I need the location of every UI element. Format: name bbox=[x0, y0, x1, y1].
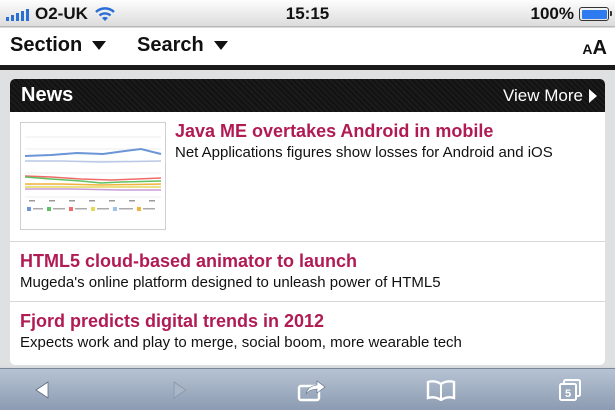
view-more-label: View More bbox=[503, 86, 583, 105]
browser-toolbar: 5 bbox=[0, 368, 615, 410]
news-title: News bbox=[21, 84, 74, 106]
back-icon bbox=[35, 381, 49, 399]
pages-icon: 5 bbox=[559, 379, 581, 401]
back-button[interactable] bbox=[32, 377, 52, 403]
news-item-text: Java ME overtakes Android in mobile Net … bbox=[175, 121, 553, 161]
share-button[interactable] bbox=[296, 377, 328, 403]
search-label: Search bbox=[137, 34, 204, 56]
page-content: News View More Java ME overtakes Android… bbox=[0, 70, 615, 366]
news-headline[interactable]: HTML5 cloud-based animator to launch bbox=[20, 251, 441, 272]
news-summary: Mugeda's online platform designed to unl… bbox=[20, 274, 441, 291]
section-menu-button[interactable]: Section bbox=[10, 34, 107, 57]
bookmarks-icon bbox=[426, 380, 456, 401]
forward-button[interactable] bbox=[170, 377, 190, 403]
section-label: Section bbox=[10, 34, 83, 56]
search-menu-button[interactable]: Search bbox=[137, 34, 228, 57]
status-time: 15:15 bbox=[285, 4, 330, 23]
news-panel: News View More Java ME overtakes Android… bbox=[10, 79, 605, 365]
pages-count: 5 bbox=[565, 388, 571, 400]
chevron-down-icon bbox=[92, 41, 107, 50]
news-item[interactable]: Java ME overtakes Android in mobile Net … bbox=[10, 112, 605, 242]
news-item-text: HTML5 cloud-based animator to launch Mug… bbox=[20, 251, 441, 291]
news-headline[interactable]: Java ME overtakes Android in mobile bbox=[175, 121, 553, 142]
status-bar: O2-UK 15:15 100% bbox=[0, 0, 615, 27]
news-item[interactable]: Fjord predicts digital trends in 2012 Ex… bbox=[10, 302, 605, 365]
news-header: News View More bbox=[10, 79, 605, 112]
view-more-link[interactable]: View More bbox=[503, 86, 597, 106]
battery-icon bbox=[579, 7, 612, 21]
site-header: Section Search AA bbox=[0, 28, 615, 65]
news-summary: Expects work and play to merge, social b… bbox=[20, 334, 462, 351]
share-icon bbox=[297, 380, 326, 402]
chart-thumbnail-image bbox=[21, 123, 165, 229]
news-summary: Net Applications figures show losses for… bbox=[175, 144, 553, 161]
chevron-right-icon bbox=[589, 89, 597, 103]
bookmarks-button[interactable] bbox=[425, 377, 457, 403]
chevron-down-icon bbox=[213, 41, 228, 50]
news-item-text: Fjord predicts digital trends in 2012 Ex… bbox=[20, 311, 462, 351]
text-size-small: A bbox=[582, 41, 593, 57]
news-headline[interactable]: Fjord predicts digital trends in 2012 bbox=[20, 311, 462, 332]
article-thumbnail bbox=[20, 122, 166, 230]
forward-icon bbox=[173, 381, 187, 399]
battery-percent: 100% bbox=[530, 4, 574, 23]
text-size-button[interactable]: AA bbox=[582, 37, 607, 60]
status-right: 100% bbox=[530, 4, 612, 24]
text-size-large: A bbox=[592, 37, 607, 59]
news-item[interactable]: HTML5 cloud-based animator to launch Mug… bbox=[10, 242, 605, 302]
pages-button[interactable]: 5 bbox=[558, 377, 584, 403]
